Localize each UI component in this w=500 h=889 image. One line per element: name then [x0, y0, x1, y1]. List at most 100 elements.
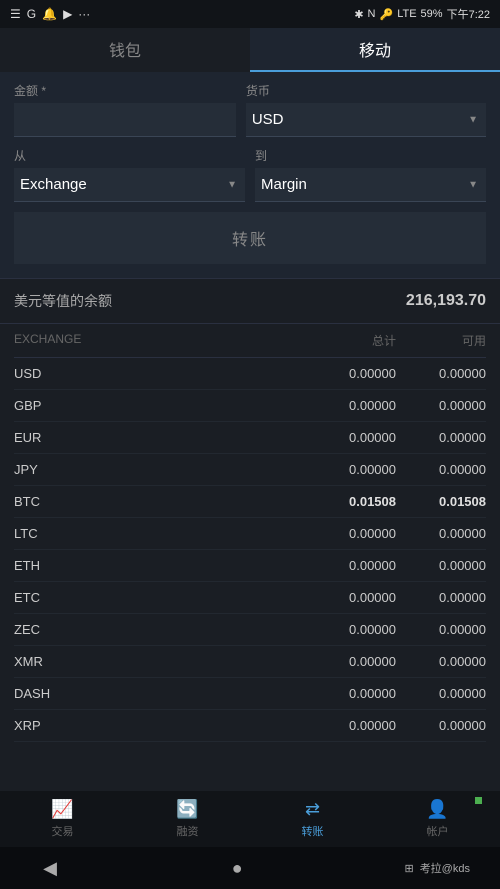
from-label: 从: [14, 147, 245, 164]
main-tabs: 钱包 移动: [0, 28, 500, 72]
nav-account[interactable]: 👤 帐户: [375, 791, 500, 847]
balance-value: 216,193.70: [406, 292, 486, 310]
amount-label: 金额 *: [14, 82, 236, 99]
currency-select[interactable]: USD BTC ETH GBP EUR: [246, 103, 486, 137]
currency-field: 货币 USD BTC ETH GBP EUR: [246, 82, 486, 137]
system-bar: ◀ ● ⊞ 考拉@kds: [0, 847, 500, 889]
from-select-wrapper: Exchange Margin Funding: [14, 168, 245, 202]
coin-name: USD: [14, 366, 296, 381]
watermark-icon: ⊞: [404, 862, 413, 875]
coin-name: XRP: [14, 718, 296, 733]
coin-total: 0.00000: [296, 366, 396, 381]
coin-total: 0.00000: [296, 590, 396, 605]
coin-total: 0.01508: [296, 494, 396, 509]
coin-available: 0.00000: [396, 430, 486, 445]
watermark: ⊞ 考拉@kds: [404, 860, 470, 876]
amount-input[interactable]: [14, 103, 236, 137]
currency-select-wrapper: USD BTC ETH GBP EUR: [246, 103, 486, 137]
table-row: ETC0.000000.00000: [14, 582, 486, 614]
status-left-icons: ☰ G 🔔 ▶ ···: [10, 7, 90, 21]
table-row: DASH0.000000.00000: [14, 678, 486, 710]
coin-total: 0.00000: [296, 430, 396, 445]
watermark-text: 考拉@kds: [420, 860, 470, 876]
coin-available: 0.01508: [396, 494, 486, 509]
table-section: EXCHANGE 总计 可用 USD0.000000.00000GBP0.000…: [0, 324, 500, 808]
to-field: 到 Margin Exchange Funding: [255, 147, 486, 202]
table-rows: USD0.000000.00000GBP0.000000.00000EUR0.0…: [14, 358, 486, 742]
menu-icon: ☰: [10, 7, 21, 21]
exchange-section-label: EXCHANGE: [14, 332, 296, 349]
app-icon-g: G: [27, 7, 36, 21]
coin-available: 0.00000: [396, 398, 486, 413]
signal-lte: LTE: [397, 8, 416, 20]
home-button[interactable]: ●: [217, 858, 257, 879]
coin-available: 0.00000: [396, 366, 486, 381]
coin-total: 0.00000: [296, 686, 396, 701]
coin-name: DASH: [14, 686, 296, 701]
coin-name: BTC: [14, 494, 296, 509]
bottom-nav: 📈 交易 🔄 融资 ⇄ 转账 👤 帐户: [0, 791, 500, 847]
coin-available: 0.00000: [396, 558, 486, 573]
balance-section: 美元等值的余额 216,193.70: [0, 279, 500, 324]
amount-field: 金额 *: [14, 82, 236, 137]
from-field: 从 Exchange Margin Funding: [14, 147, 245, 202]
back-button[interactable]: ◀: [30, 858, 70, 879]
coin-total: 0.00000: [296, 558, 396, 573]
nav-trade[interactable]: 📈 交易: [0, 791, 125, 847]
currency-row: 金额 * 货币 USD BTC ETH GBP EUR: [14, 82, 486, 137]
col-total-header: 总计: [296, 332, 396, 349]
tab-move[interactable]: 移动: [250, 28, 500, 72]
coin-total: 0.00000: [296, 398, 396, 413]
coin-available: 0.00000: [396, 462, 486, 477]
coin-total: 0.00000: [296, 718, 396, 733]
from-to-row: 从 Exchange Margin Funding 到 Margin Excha…: [14, 147, 486, 202]
coin-available: 0.00000: [396, 686, 486, 701]
coin-total: 0.00000: [296, 654, 396, 669]
status-right-icons: ✱ N 🔑 LTE 59% 下午7:22: [354, 6, 490, 22]
dots-icon: ···: [78, 7, 90, 21]
table-row: EUR0.000000.00000: [14, 422, 486, 454]
status-bar: ☰ G 🔔 ▶ ··· ✱ N 🔑 LTE 59% 下午7:22: [0, 0, 500, 28]
tab-move-label: 移动: [359, 37, 391, 61]
coin-name: ETC: [14, 590, 296, 605]
to-select[interactable]: Margin Exchange Funding: [255, 168, 486, 202]
coin-name: LTC: [14, 526, 296, 541]
nav-trade-label: 交易: [52, 823, 74, 839]
account-dot: [475, 797, 482, 804]
nav-account-label: 帐户: [427, 823, 449, 839]
table-row: ZEC0.000000.00000: [14, 614, 486, 646]
currency-label: 货币: [246, 82, 486, 99]
table-row: ETH0.000000.00000: [14, 550, 486, 582]
to-select-wrapper: Margin Exchange Funding: [255, 168, 486, 202]
coin-name: GBP: [14, 398, 296, 413]
nav-transfer[interactable]: ⇄ 转账: [250, 791, 375, 847]
coin-name: XMR: [14, 654, 296, 669]
table-header: EXCHANGE 总计 可用: [14, 324, 486, 358]
nfc-icon: N: [368, 8, 376, 20]
coin-total: 0.00000: [296, 526, 396, 541]
battery: 59%: [421, 8, 443, 20]
notification-icon: 🔔: [42, 7, 57, 21]
coin-available: 0.00000: [396, 718, 486, 733]
coin-total: 0.00000: [296, 462, 396, 477]
coin-name: JPY: [14, 462, 296, 477]
transfer-button[interactable]: 转账: [14, 212, 486, 264]
nav-funding[interactable]: 🔄 融资: [125, 791, 250, 847]
from-select[interactable]: Exchange Margin Funding: [14, 168, 245, 202]
coin-available: 0.00000: [396, 654, 486, 669]
key-icon: 🔑: [379, 8, 393, 21]
to-label: 到: [255, 147, 486, 164]
coin-available: 0.00000: [396, 526, 486, 541]
table-row: XRP0.000000.00000: [14, 710, 486, 742]
table-row: JPY0.000000.00000: [14, 454, 486, 486]
funding-icon: 🔄: [176, 799, 198, 820]
table-row: LTC0.000000.00000: [14, 518, 486, 550]
transfer-btn-row: 转账: [14, 212, 486, 264]
coin-total: 0.00000: [296, 622, 396, 637]
table-row: XMR0.000000.00000: [14, 646, 486, 678]
play-icon: ▶: [63, 7, 72, 21]
table-row: USD0.000000.00000: [14, 358, 486, 390]
nav-funding-label: 融资: [177, 823, 199, 839]
coin-name: ETH: [14, 558, 296, 573]
tab-wallet[interactable]: 钱包: [0, 28, 250, 72]
